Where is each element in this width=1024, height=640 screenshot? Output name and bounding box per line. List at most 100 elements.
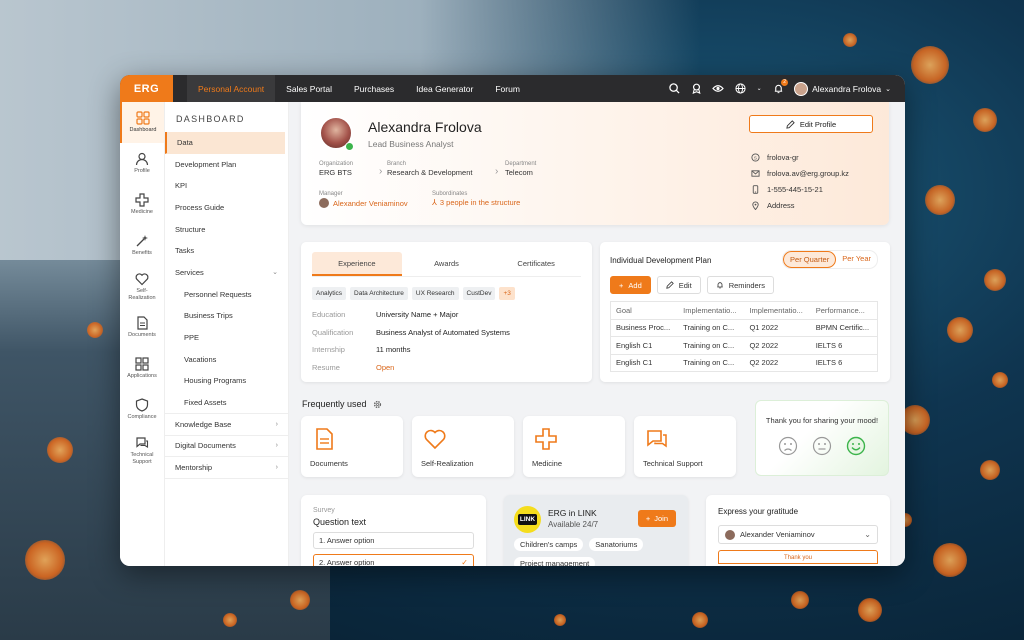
chip[interactable]: Project management: [514, 557, 596, 566]
erg-logo[interactable]: ERG: [120, 75, 173, 102]
leftbar-profile[interactable]: Profile: [120, 143, 164, 184]
menu-item-vacations[interactable]: Vacations: [165, 349, 288, 371]
tile-label: Technical Support: [643, 459, 703, 468]
leftbar-self-realization[interactable]: Self- Realization: [120, 266, 164, 307]
resume-row: Resume Open: [312, 362, 395, 372]
bokeh-light: [87, 322, 103, 338]
leftbar-compliance[interactable]: Compliance: [120, 389, 164, 430]
contact-email[interactable]: frolova.av@erg.group.kz: [751, 169, 849, 178]
thank-you-button[interactable]: Thank you: [718, 550, 878, 564]
skill-tags: Analytics Data Architecture UX Research …: [312, 287, 581, 300]
nav-sales-portal[interactable]: Sales Portal: [275, 75, 343, 102]
column-header[interactable]: Implementatio...: [744, 301, 811, 319]
quick-tile-medicine[interactable]: Medicine: [523, 416, 625, 477]
column-header[interactable]: Performance...: [810, 301, 878, 319]
quick-tile-technical-support[interactable]: Technical Support: [634, 416, 736, 477]
neutral-face-icon[interactable]: [812, 436, 832, 456]
user-menu[interactable]: Alexandra Frolova ⌄: [794, 81, 891, 96]
quick-tile-self-realization[interactable]: Self-Realization: [412, 416, 514, 477]
profile-name: Alexandra Frolova: [368, 119, 482, 135]
menu-item-housing-programs[interactable]: Housing Programs: [165, 371, 288, 393]
menu-item-label: Mentorship: [175, 463, 213, 473]
subordinates-link[interactable]: 3 people in the structure: [440, 198, 520, 207]
add-button[interactable]: + Add: [610, 276, 651, 294]
user-avatar: [794, 81, 809, 96]
per-year-toggle[interactable]: Per Year: [836, 251, 877, 268]
gratitude-person-select[interactable]: Alexander Veniaminov ⌄: [718, 525, 878, 544]
menu-item-tasks[interactable]: Tasks: [165, 240, 288, 262]
menu-item-services[interactable]: Services ⌄: [165, 262, 288, 284]
happy-face-icon[interactable]: [846, 436, 866, 456]
menu-item-data[interactable]: Data: [165, 132, 285, 154]
survey-option-selected[interactable]: 2. Answer option ✓: [313, 554, 474, 566]
reminders-button[interactable]: Reminders: [706, 276, 774, 294]
manager-name[interactable]: Alexander Veniaminov: [333, 199, 408, 208]
contact-skype[interactable]: S frolova-gr: [751, 153, 799, 162]
eye-icon[interactable]: [712, 83, 724, 95]
menu-item-business-trips[interactable]: Business Trips: [165, 306, 288, 328]
edit-profile-button[interactable]: Edit Profile: [749, 115, 873, 133]
search-icon[interactable]: [668, 83, 680, 95]
nav-idea-generator[interactable]: Idea Generator: [405, 75, 484, 102]
leftbar-medicine[interactable]: Medicine: [120, 184, 164, 225]
join-button[interactable]: + Join: [637, 510, 676, 527]
tab-certificates[interactable]: Certificates: [491, 252, 581, 276]
menu-item-process-guide[interactable]: Process Guide: [165, 197, 288, 219]
menu-item-structure[interactable]: Structure: [165, 219, 288, 241]
chevron-down-icon[interactable]: ⌄: [756, 83, 762, 95]
menu-item-digital-documents[interactable]: Digital Documents ›: [165, 436, 288, 458]
nav-forum[interactable]: Forum: [484, 75, 531, 102]
nav-purchases[interactable]: Purchases: [343, 75, 405, 102]
dashboard-menu: DASHBOARD Data Development Plan KPI Proc…: [165, 102, 289, 566]
chip[interactable]: Sanatoriums: [589, 538, 644, 551]
sad-face-icon[interactable]: [778, 436, 798, 456]
skill-tag[interactable]: UX Research: [411, 287, 459, 300]
ribbon-icon[interactable]: [690, 83, 702, 95]
table-cell: Training on C...: [678, 336, 745, 354]
bokeh-light: [25, 540, 65, 580]
menu-item-mentorship[interactable]: Mentorship ›: [165, 457, 288, 479]
contact-phone[interactable]: 1-555-445-15-21: [751, 185, 823, 194]
gear-icon[interactable]: [373, 400, 382, 409]
bokeh-light: [973, 108, 997, 132]
menu-item-personnel-requests[interactable]: Personnel Requests: [165, 284, 288, 306]
skill-tag[interactable]: Analytics: [312, 287, 347, 300]
table-row[interactable]: English C1 Training on C... Q2 2022 IELT…: [610, 353, 878, 372]
user-icon: [135, 153, 149, 166]
skill-tag[interactable]: Data Architecture: [350, 287, 408, 300]
chevron-right-icon: ›: [495, 166, 499, 177]
leftbar-dashboard[interactable]: Dashboard: [120, 102, 164, 143]
leftbar-applications[interactable]: Applications: [120, 348, 164, 389]
chip[interactable]: Children's camps: [514, 538, 584, 551]
bell-icon[interactable]: 2: [772, 78, 789, 95]
quick-tile-documents[interactable]: Documents: [301, 416, 403, 477]
leftbar-documents[interactable]: Documents: [120, 307, 164, 348]
plus-icon: +: [619, 280, 624, 290]
nav-personal-account[interactable]: Personal Account: [187, 75, 276, 102]
tab-experience[interactable]: Experience: [312, 252, 402, 276]
menu-item-fixed-assets[interactable]: Fixed Assets: [165, 392, 288, 414]
leftbar-benefits[interactable]: Benefits: [120, 225, 164, 266]
skill-tag[interactable]: CustDev: [462, 287, 496, 300]
column-header[interactable]: Goal: [610, 301, 679, 319]
contact-address[interactable]: Address: [751, 201, 795, 210]
table-row[interactable]: Business Proc... Training on C... Q1 202…: [610, 318, 878, 337]
document-icon: [137, 316, 148, 331]
menu-item-kpi[interactable]: KPI: [165, 175, 288, 197]
contact-value: frolova.av@erg.group.kz: [767, 169, 849, 178]
edit-button[interactable]: Edit: [656, 276, 701, 294]
table-header-row: Goal Implementatio... Implementatio... P…: [610, 301, 878, 319]
table-row[interactable]: English C1 Training on C... Q2 2022 IELT…: [610, 336, 878, 354]
column-header[interactable]: Implementatio...: [678, 301, 745, 319]
notification-count: 2: [781, 78, 789, 86]
per-quarter-toggle[interactable]: Per Quarter: [783, 251, 837, 268]
menu-item-development-plan[interactable]: Development Plan: [165, 154, 288, 176]
globe-icon[interactable]: [734, 83, 746, 95]
menu-item-knowledge-base[interactable]: Knowledge Base ›: [165, 414, 288, 436]
survey-option[interactable]: 1. Answer option: [313, 532, 474, 549]
resume-open-link[interactable]: Open: [376, 363, 394, 372]
leftbar-technical-support[interactable]: Technical Support: [120, 430, 164, 471]
tab-awards[interactable]: Awards: [402, 252, 492, 276]
more-tags-badge[interactable]: +3: [499, 287, 515, 300]
menu-item-ppe[interactable]: PPE: [165, 327, 288, 349]
